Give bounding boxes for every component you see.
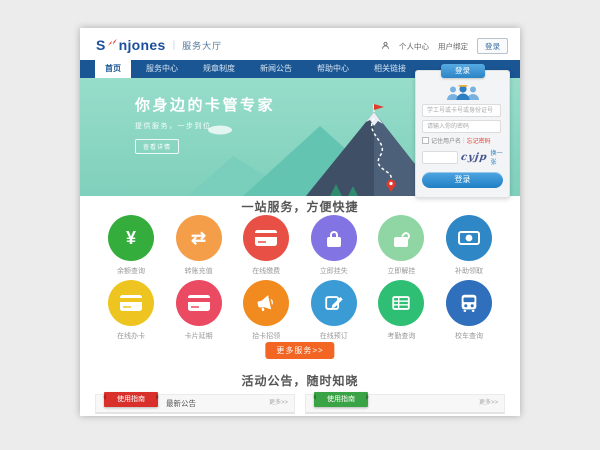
login-submit-button[interactable]: 登录: [422, 172, 503, 188]
panel-left: 使用指南 最新公告 更多>>: [95, 394, 295, 414]
service-item-booking[interactable]: 在线预订: [305, 280, 363, 341]
site-logo[interactable]: S njones | 服务大厅: [96, 36, 222, 54]
table-icon: [378, 280, 424, 326]
transfer-icon: ⇄: [176, 215, 222, 261]
service-item-report-loss[interactable]: 立即挂失: [305, 215, 363, 276]
panel-left-more-link[interactable]: 更多>>: [269, 395, 288, 412]
bank-card-icon: [176, 280, 222, 326]
remember-row: 记住用户名 | 忘记密码: [422, 136, 503, 145]
logo-text: njones: [119, 37, 166, 53]
service-item-transfer[interactable]: ⇄ 转账充值: [170, 215, 228, 276]
service-hall-page: S njones | 服务大厅 个人中心 用户绑定 登录 首页 服务中心 规章: [80, 28, 520, 416]
unlock-icon: [378, 215, 424, 261]
panel-right-header: 使用指南 更多>>: [305, 394, 505, 414]
desktop-background: S njones | 服务大厅 个人中心 用户绑定 登录 首页 服务中心 规章: [0, 0, 600, 450]
hero-title: 你身边的卡管专家: [135, 94, 275, 115]
site-header: S njones | 服务大厅 个人中心 用户绑定 登录: [80, 28, 520, 60]
service-item-pay[interactable]: 在线缴费: [237, 215, 295, 276]
header-login-button[interactable]: 登录: [477, 38, 508, 54]
services-title: 一站服务，方便快捷: [80, 198, 520, 215]
guide-ribbon-green[interactable]: 使用指南: [314, 392, 368, 407]
service-item-lost-found[interactable]: 拾卡招领: [237, 280, 295, 341]
banknote-icon: [446, 215, 492, 261]
panel-left-header: 使用指南 最新公告 更多>>: [95, 394, 295, 414]
bus-icon: [446, 280, 492, 326]
remember-label: 记住用户名: [431, 136, 461, 145]
login-panel: 登录 记住用户名 | 忘记密码 cyjp 换一张 登录: [415, 70, 510, 198]
services-row-2: 在线办卡 卡片延期 拾卡招领 在线预订: [102, 280, 498, 341]
megaphone-icon: [243, 280, 289, 326]
captcha-image: cyjp: [460, 152, 488, 163]
username-input[interactable]: [422, 104, 501, 117]
nav-item-service-center[interactable]: 服务中心: [136, 60, 188, 78]
divider: |: [463, 138, 465, 144]
transfer-glyph: ⇄: [191, 229, 206, 247]
login-tab[interactable]: 登录: [441, 64, 485, 78]
yen-icon: ¥: [108, 215, 154, 261]
logo-divider: |: [173, 40, 176, 51]
edit-icon: [311, 280, 357, 326]
logo-tagline: 服务大厅: [182, 39, 222, 52]
nav-item-links[interactable]: 相关链接: [364, 60, 416, 78]
services-row-1: ¥ 余额查询 ⇄ 转账充值 在线缴费 立即挂失: [102, 215, 498, 276]
logo-arrow-icon: [107, 36, 118, 54]
service-item-balance[interactable]: ¥ 余额查询: [102, 215, 160, 276]
captcha-row: cyjp 换一张: [422, 148, 503, 166]
latest-news-tab[interactable]: 最新公告: [166, 395, 196, 412]
yen-glyph: ¥: [126, 229, 136, 247]
bank-card-icon: [243, 215, 289, 261]
forgot-password-link[interactable]: 忘记密码: [467, 136, 491, 145]
users-group-icon: [445, 84, 481, 101]
nav-item-home[interactable]: 首页: [95, 60, 131, 78]
nav-item-help-center[interactable]: 帮助中心: [307, 60, 359, 78]
panel-right-more-link[interactable]: 更多>>: [479, 395, 498, 412]
service-item-unfreeze[interactable]: 立即解挂: [372, 215, 430, 276]
service-item-subsidy[interactable]: 补助领取: [440, 215, 498, 276]
guide-ribbon-red[interactable]: 使用指南: [104, 392, 158, 407]
hero-cta-button[interactable]: 查看详情: [135, 139, 179, 154]
remember-checkbox[interactable]: [422, 137, 429, 144]
nav-item-news[interactable]: 新闻公告: [250, 60, 302, 78]
change-captcha-link[interactable]: 换一张: [491, 148, 503, 166]
service-item-card-renewal[interactable]: 卡片延期: [170, 280, 228, 341]
service-item-apply-card[interactable]: 在线办卡: [102, 280, 160, 341]
password-input[interactable]: [422, 120, 501, 133]
header-meta: 个人中心 用户绑定 登录: [381, 38, 508, 54]
nav-item-rules[interactable]: 规章制度: [193, 60, 245, 78]
service-item-attendance[interactable]: 考勤查询: [372, 280, 430, 341]
service-item-school-bus[interactable]: 校车查询: [440, 280, 498, 341]
panel-right: 使用指南 更多>>: [305, 394, 505, 414]
lock-icon: [311, 215, 357, 261]
more-services-button[interactable]: 更多服务>>: [265, 342, 334, 359]
announcements-title: 活动公告，随时知晓: [80, 372, 520, 389]
personal-center-link[interactable]: 个人中心: [399, 41, 429, 52]
hero-subtitle: 提供服务，一步到位: [135, 121, 275, 131]
captcha-input[interactable]: [422, 151, 458, 164]
announcement-panels: 使用指南 最新公告 更多>> 使用指南 更多>>: [95, 394, 505, 414]
bank-card-icon: [108, 280, 154, 326]
logo-text: S: [96, 37, 106, 53]
user-binding-link[interactable]: 用户绑定: [438, 41, 468, 52]
hero-text: 你身边的卡管专家 提供服务，一步到位 查看详情: [135, 94, 275, 154]
user-icon: [381, 41, 390, 52]
